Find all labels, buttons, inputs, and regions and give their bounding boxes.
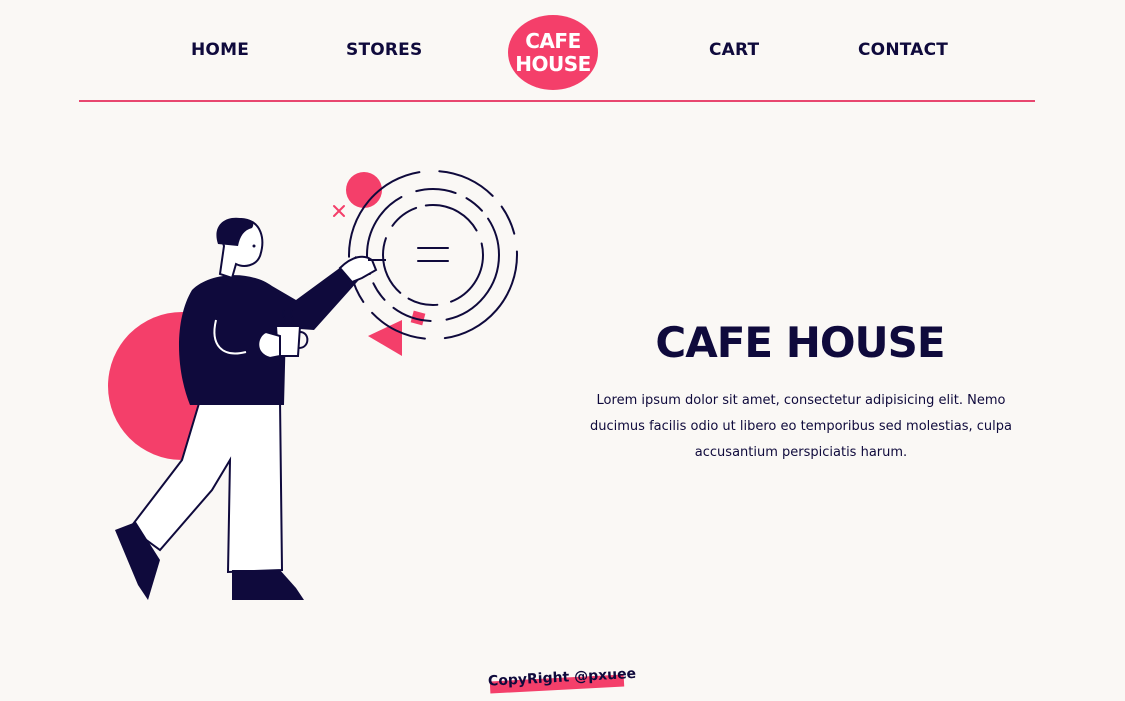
- footer: CopyRight @pxuee: [488, 666, 636, 694]
- person-with-coffee-illustration: [108, 170, 518, 600]
- small-circle-shape: [346, 172, 382, 208]
- cafe-house-logo[interactable]: CAFE HOUSE: [508, 15, 598, 90]
- concentric-circles-graphic: [348, 170, 518, 340]
- hero-description: Lorem ipsum dolor sit amet, consectetur …: [590, 393, 1012, 460]
- person-right-shoe: [232, 570, 304, 600]
- hero-title: CAFE HOUSE: [655, 318, 945, 367]
- x-mark-icon: [333, 205, 345, 217]
- logo-line-2: HOUSE: [515, 51, 591, 76]
- triangle-shape: [368, 320, 402, 356]
- nav-link-cart[interactable]: CART: [709, 40, 759, 60]
- logo-line-1: CAFE: [525, 28, 581, 53]
- nav-link-stores[interactable]: STORES: [346, 40, 422, 60]
- nav-link-home[interactable]: HOME: [191, 40, 249, 60]
- header-divider: [79, 100, 1035, 102]
- nav-link-contact[interactable]: CONTACT: [858, 40, 948, 60]
- site-header: HOME STORES CAFE HOUSE CART CONTACT: [0, 0, 1125, 102]
- equals-icon: [417, 247, 449, 262]
- person-sweater: [179, 256, 366, 405]
